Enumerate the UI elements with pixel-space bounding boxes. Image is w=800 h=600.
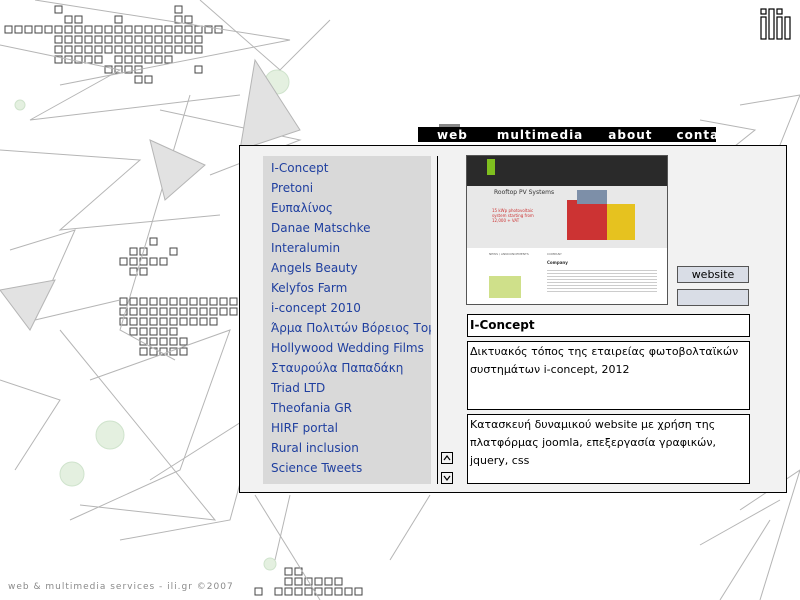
list-divider [437,156,438,484]
project-item[interactable]: Danae Matschke [271,221,371,235]
ili-logo [760,8,791,40]
preview-company-title: Company [547,260,568,265]
empty-button[interactable] [677,289,749,306]
project-item[interactable]: Theofania GR [271,401,352,415]
project-description: Δικτυακός τόπος της εταιρείας φωτοβολταϊ… [467,341,750,410]
project-item[interactable]: Σταυρούλα Παπαδάκη [271,361,403,375]
project-item[interactable]: Hollywood Wedding Films [271,341,424,355]
project-item[interactable]: i-concept 2010 [271,301,361,315]
project-item[interactable]: I-Concept [271,161,329,175]
preview-building-yellow [607,204,635,240]
preview-heading: Rooftop PV Systems [494,189,555,196]
project-item[interactable]: Pretoni [271,181,313,195]
project-item[interactable]: Ευπαλίνος [271,201,333,215]
nav-about[interactable]: about [608,128,652,142]
main-nav: web multimedia about contact [418,127,733,142]
project-item[interactable]: Angels Beauty [271,261,358,275]
project-item[interactable]: Kelyfos Farm [271,281,347,295]
project-list[interactable]: I-Concept Pretoni Ευπαλίνος Danae Matsch… [263,156,431,484]
project-item[interactable]: Triad LTD [271,381,325,395]
scroll-down-button[interactable] [441,472,453,484]
scroll-up-button[interactable] [441,452,453,464]
project-item[interactable]: Interalumin [271,241,340,255]
project-tech: Κατασκευή δυναμικού website με χρήση της… [467,414,750,484]
project-item[interactable]: Rural inclusion [271,441,359,455]
preview-header [467,156,667,186]
nav-web[interactable]: web [437,128,468,142]
project-preview-image: Rooftop PV Systems 15 kWp photovoltaic s… [466,155,668,305]
nav-multimedia[interactable]: multimedia [497,128,583,142]
preview-company-label: COMPANY [547,252,562,256]
preview-building [567,200,607,240]
chevron-down-icon [443,475,451,481]
preview-text-lines [547,268,657,294]
project-item[interactable]: HIRF portal [271,421,338,435]
website-button[interactable]: website [677,266,749,283]
footer-text: web & multimedia services - ili.gr ©2007 [8,582,234,592]
project-item[interactable]: Άρμα Πολιτών Βόρειος Τομέας [271,321,431,335]
preview-tagline: 15 kWp photovoltaic system starting from… [492,208,534,223]
preview-news-thumb [489,276,521,298]
project-title: I-Concept [467,314,750,337]
preview-logo [487,159,495,175]
preview-news-label: NEWS / ANNOUNCEMENTS [489,252,529,256]
nav-contact[interactable]: contact [677,128,735,142]
project-item[interactable]: Science Tweets [271,461,362,475]
preview-roof [577,190,607,204]
chevron-up-icon [443,455,451,461]
